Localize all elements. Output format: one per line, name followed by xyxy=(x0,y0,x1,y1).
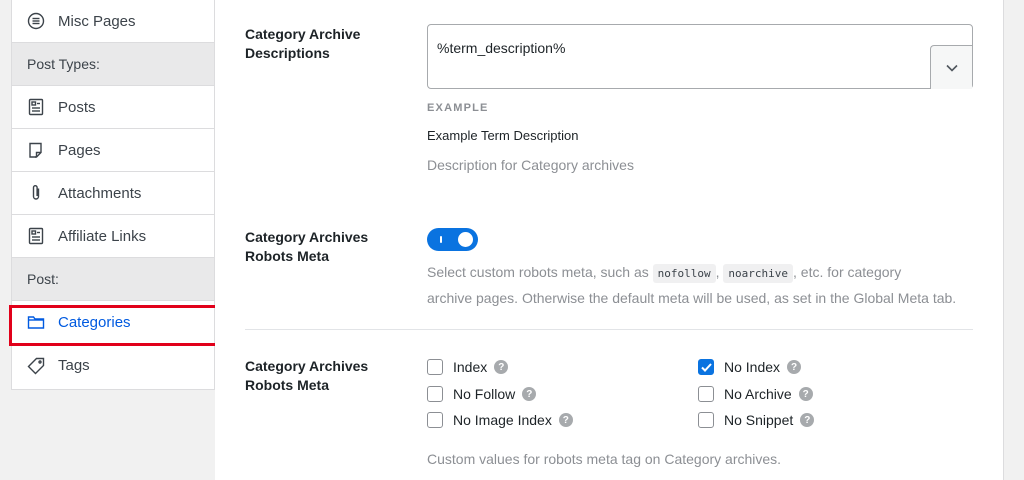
paperclip-icon xyxy=(27,184,45,202)
sidebar-item-tags[interactable]: Tags xyxy=(12,344,214,387)
checkbox-no-archive[interactable]: No Archive ? xyxy=(698,386,813,402)
folder-icon xyxy=(27,313,45,331)
affiliate-links-icon xyxy=(27,227,45,245)
sidebar-item-label: Tags xyxy=(58,357,90,374)
checkbox-box-checked[interactable] xyxy=(698,359,714,375)
sidebar-group-label: Post Types: xyxy=(27,56,100,72)
sidebar-item-label: Attachments xyxy=(58,184,142,202)
sidebar-item-categories[interactable]: Categories xyxy=(12,301,214,344)
checkbox-label: No Image Index xyxy=(453,412,552,428)
field-label-descriptions: Category Archive Descriptions xyxy=(245,26,361,61)
sidebar-item-label: Affiliate Links xyxy=(58,227,147,245)
help-icon[interactable]: ? xyxy=(494,360,509,374)
checkbox-label: Index xyxy=(453,359,488,375)
toggle-knob xyxy=(458,232,473,247)
sidebar-item-label: Posts xyxy=(58,98,96,116)
sidebar-item-label: Misc Pages xyxy=(58,12,136,30)
checkmark-icon xyxy=(700,362,712,372)
sidebar-item-attachments[interactable]: Attachments xyxy=(12,172,214,215)
sidebar-item-posts[interactable]: Posts xyxy=(12,86,214,129)
checkbox-no-snippet[interactable]: No Snippet ? xyxy=(698,412,815,428)
checkbox-no-follow[interactable]: No Follow ? xyxy=(427,386,537,402)
code-nofollow: nofollow xyxy=(652,264,716,283)
help-icon[interactable]: ? xyxy=(787,360,802,374)
checkbox-index[interactable]: Index ? xyxy=(427,359,509,375)
sidebar-item-label: Categories xyxy=(58,313,131,331)
help-text-prefix: Select custom robots meta, such as xyxy=(427,264,649,280)
sidebar-item-label: Pages xyxy=(58,141,101,159)
robots-meta-toggle[interactable] xyxy=(427,228,478,251)
sidebar-item-pages[interactable]: Pages xyxy=(12,129,214,172)
help-text-line2: archive pages. Otherwise the default met… xyxy=(427,290,957,306)
sidebar: Misc Pages Post Types: Posts Pages Attac… xyxy=(11,0,215,390)
list-circle-icon xyxy=(27,12,45,30)
settings-panel: Category Archive Descriptions %term_desc… xyxy=(215,0,1004,480)
field-label-robots-toggle: Category Archives Robots Meta xyxy=(245,229,369,264)
help-text-mid: , etc. for category xyxy=(793,264,902,280)
checkbox-label: No Archive xyxy=(724,386,792,402)
checkbox-label: No Follow xyxy=(453,386,516,402)
code-noarchive: noarchive xyxy=(723,264,794,283)
help-icon[interactable]: ? xyxy=(558,413,573,427)
field-label-robots-meta: Category Archives Robots Meta xyxy=(245,358,369,393)
checkbox-no-image-index[interactable]: No Image Index ? xyxy=(427,412,573,428)
sidebar-item-misc-pages[interactable]: Misc Pages xyxy=(12,0,214,43)
checkbox-box[interactable] xyxy=(427,412,443,428)
example-heading: EXAMPLE xyxy=(427,102,489,114)
checkbox-box[interactable] xyxy=(427,359,443,375)
section-divider xyxy=(245,329,973,330)
checkbox-box[interactable] xyxy=(698,412,714,428)
robots-meta-help-text: Custom values for robots meta tag on Cat… xyxy=(427,451,782,467)
toggle-on-indicator xyxy=(440,236,442,243)
posts-icon xyxy=(27,98,45,116)
help-icon[interactable]: ? xyxy=(798,387,813,401)
help-icon[interactable]: ? xyxy=(522,387,537,401)
example-value: Example Term Description xyxy=(427,128,579,143)
checkbox-box[interactable] xyxy=(698,386,714,402)
chevron-down-icon xyxy=(945,59,958,77)
checkbox-no-index[interactable]: No Index ? xyxy=(698,359,802,375)
pages-icon xyxy=(27,141,45,159)
description-help-text: Description for Category archives xyxy=(427,157,634,173)
sidebar-group-post-types: Post Types: xyxy=(12,43,214,86)
description-input-value: %term_description% xyxy=(437,40,566,56)
tag-icon xyxy=(27,357,45,375)
description-input[interactable]: %term_description% xyxy=(427,24,973,89)
help-icon[interactable]: ? xyxy=(800,413,815,427)
checkbox-label: No Index xyxy=(724,359,781,375)
robots-toggle-help-text: Select custom robots meta, such as nofol… xyxy=(427,264,957,306)
tag-dropdown-button[interactable] xyxy=(930,45,972,89)
sidebar-group-post: Post: xyxy=(12,258,214,301)
sidebar-group-label: Post: xyxy=(27,271,59,287)
checkbox-label: No Snippet xyxy=(724,412,794,428)
checkbox-box[interactable] xyxy=(427,386,443,402)
sidebar-item-affiliate-links[interactable]: Affiliate Links xyxy=(12,215,214,258)
